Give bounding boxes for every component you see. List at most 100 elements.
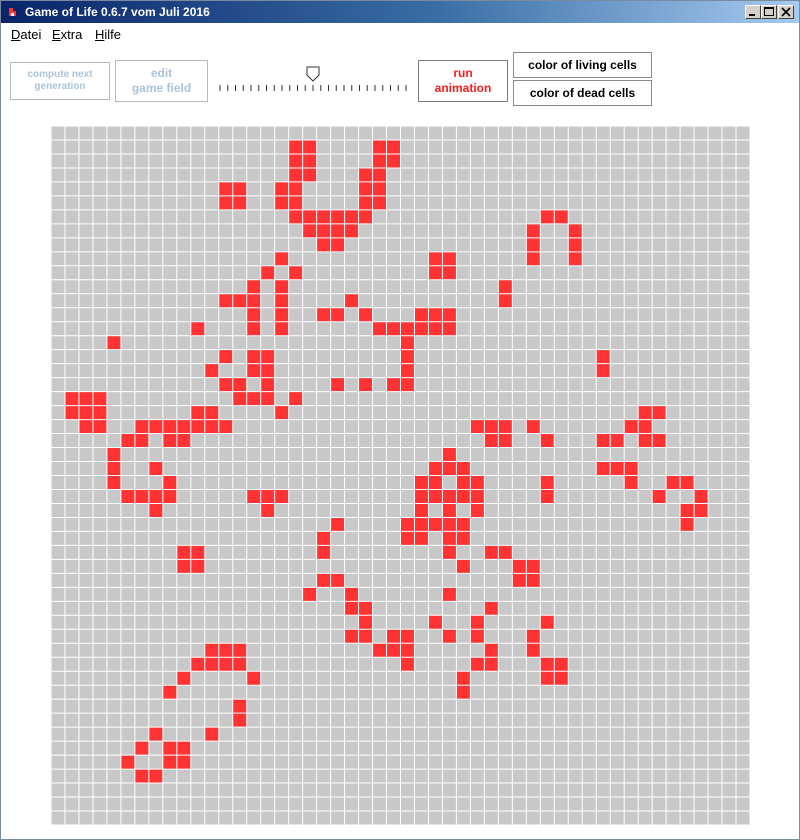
living-cell[interactable] <box>218 377 233 392</box>
living-cell[interactable] <box>288 153 303 168</box>
living-cell[interactable] <box>596 433 611 448</box>
living-cell[interactable] <box>372 153 387 168</box>
living-cell[interactable] <box>498 279 513 294</box>
speed-slider[interactable] <box>219 64 409 98</box>
living-cell[interactable] <box>288 167 303 182</box>
living-cell[interactable] <box>694 503 709 518</box>
living-cell[interactable] <box>666 475 681 490</box>
living-cell[interactable] <box>288 181 303 196</box>
living-cell[interactable] <box>316 223 331 238</box>
living-cell[interactable] <box>470 503 485 518</box>
living-cell[interactable] <box>120 433 135 448</box>
living-cell[interactable] <box>162 685 177 700</box>
living-cell[interactable] <box>232 181 247 196</box>
living-cell[interactable] <box>526 251 541 266</box>
living-cell[interactable] <box>92 405 107 420</box>
living-cell[interactable] <box>288 139 303 154</box>
living-cell[interactable] <box>596 349 611 364</box>
living-cell[interactable] <box>246 391 261 406</box>
living-cell[interactable] <box>400 517 415 532</box>
living-cell[interactable] <box>428 489 443 504</box>
slider-thumb[interactable] <box>306 66 320 82</box>
living-cell[interactable] <box>498 293 513 308</box>
living-cell[interactable] <box>246 671 261 686</box>
living-cell[interactable] <box>344 209 359 224</box>
living-cell[interactable] <box>148 461 163 476</box>
living-cell[interactable] <box>680 517 695 532</box>
living-cell[interactable] <box>526 629 541 644</box>
living-cell[interactable] <box>484 657 499 672</box>
living-cell[interactable] <box>358 307 373 322</box>
living-cell[interactable] <box>232 377 247 392</box>
living-cell[interactable] <box>246 349 261 364</box>
living-cell[interactable] <box>162 475 177 490</box>
living-cell[interactable] <box>484 433 499 448</box>
living-cell[interactable] <box>246 293 261 308</box>
living-cell[interactable] <box>596 363 611 378</box>
living-cell[interactable] <box>414 503 429 518</box>
living-cell[interactable] <box>568 251 583 266</box>
living-cell[interactable] <box>540 615 555 630</box>
living-cell[interactable] <box>372 181 387 196</box>
living-cell[interactable] <box>204 657 219 672</box>
living-cell[interactable] <box>232 657 247 672</box>
living-cell[interactable] <box>302 587 317 602</box>
living-cell[interactable] <box>134 419 149 434</box>
menu-extra[interactable]: Extra <box>52 27 82 42</box>
living-cell[interactable] <box>274 489 289 504</box>
living-cell[interactable] <box>330 517 345 532</box>
living-cell[interactable] <box>540 209 555 224</box>
living-cell[interactable] <box>400 363 415 378</box>
living-cell[interactable] <box>106 447 121 462</box>
living-cell[interactable] <box>120 489 135 504</box>
living-cell[interactable] <box>316 531 331 546</box>
living-cell[interactable] <box>498 433 513 448</box>
living-cell[interactable] <box>204 643 219 658</box>
living-cell[interactable] <box>400 349 415 364</box>
living-cell[interactable] <box>358 601 373 616</box>
living-cell[interactable] <box>190 559 205 574</box>
living-cell[interactable] <box>148 727 163 742</box>
living-cell[interactable] <box>92 391 107 406</box>
living-cell[interactable] <box>358 615 373 630</box>
living-cell[interactable] <box>526 419 541 434</box>
menu-hilfe[interactable]: Hilfe <box>95 27 121 42</box>
living-cell[interactable] <box>162 433 177 448</box>
living-cell[interactable] <box>330 237 345 252</box>
living-cell[interactable] <box>610 461 625 476</box>
living-cell[interactable] <box>526 643 541 658</box>
living-cell[interactable] <box>638 433 653 448</box>
living-cell[interactable] <box>274 405 289 420</box>
living-cell[interactable] <box>274 195 289 210</box>
living-cell[interactable] <box>218 349 233 364</box>
living-cell[interactable] <box>372 139 387 154</box>
living-cell[interactable] <box>456 559 471 574</box>
run-animation-button[interactable]: run animation <box>418 60 508 102</box>
living-cell[interactable] <box>386 153 401 168</box>
living-cell[interactable] <box>414 517 429 532</box>
living-cell[interactable] <box>484 601 499 616</box>
living-cell[interactable] <box>624 461 639 476</box>
living-cell[interactable] <box>176 559 191 574</box>
living-cell[interactable] <box>190 545 205 560</box>
living-cell[interactable] <box>134 433 149 448</box>
living-cell[interactable] <box>232 713 247 728</box>
close-icon[interactable] <box>778 5 794 19</box>
living-cell[interactable] <box>246 307 261 322</box>
living-cell[interactable] <box>554 671 569 686</box>
living-cell[interactable] <box>176 741 191 756</box>
living-cell[interactable] <box>274 251 289 266</box>
living-cell[interactable] <box>148 769 163 784</box>
living-cell[interactable] <box>106 475 121 490</box>
living-cell[interactable] <box>568 237 583 252</box>
living-cell[interactable] <box>442 531 457 546</box>
living-cell[interactable] <box>190 419 205 434</box>
living-cell[interactable] <box>456 461 471 476</box>
living-cell[interactable] <box>246 279 261 294</box>
living-cell[interactable] <box>246 321 261 336</box>
menu-datei[interactable]: Datei <box>11 27 41 42</box>
living-cell[interactable] <box>386 139 401 154</box>
living-cell[interactable] <box>316 209 331 224</box>
living-cell[interactable] <box>540 475 555 490</box>
living-cell[interactable] <box>344 293 359 308</box>
